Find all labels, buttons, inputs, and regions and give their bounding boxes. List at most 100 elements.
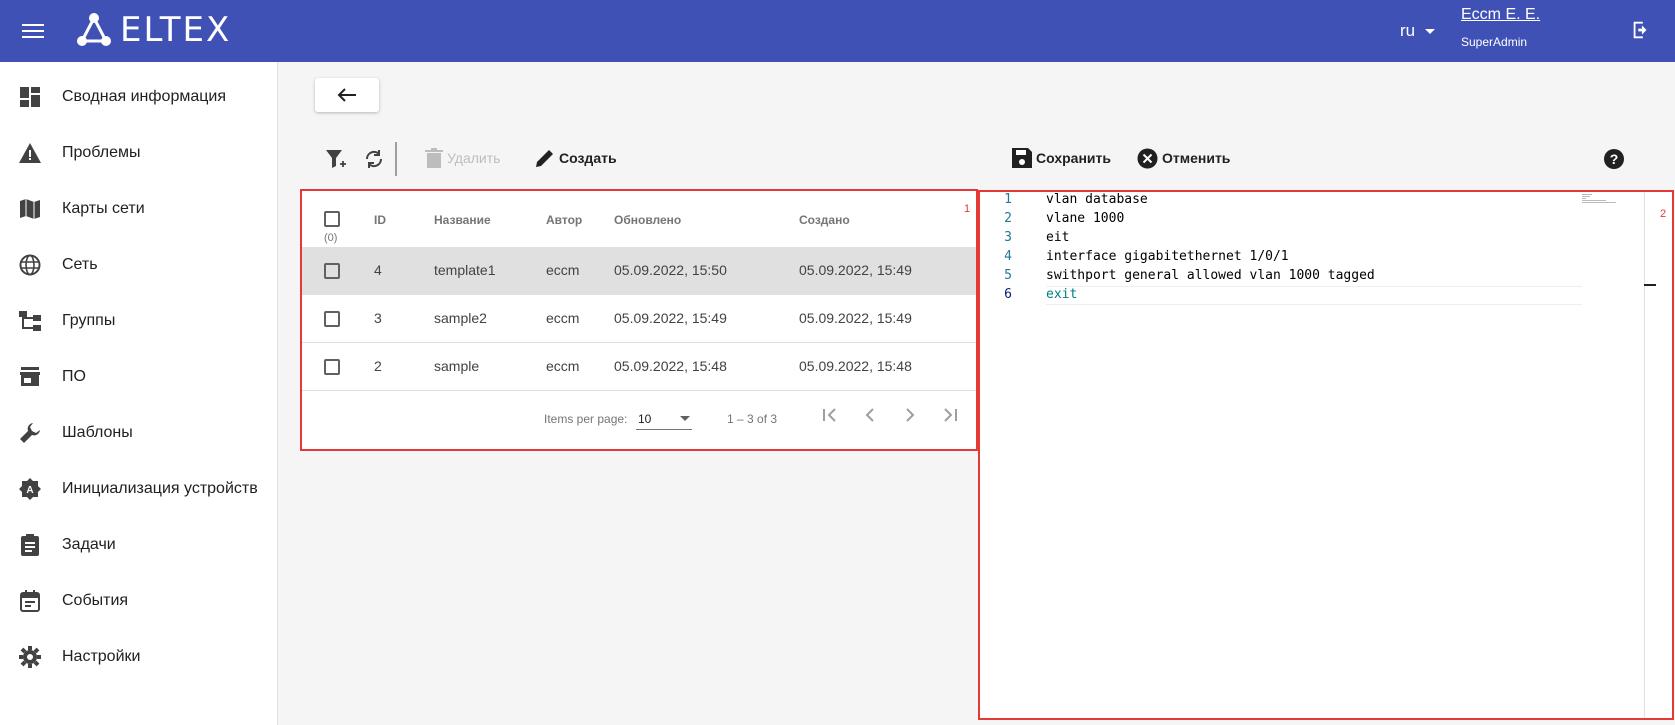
clipboard-icon <box>18 533 42 557</box>
row-checkbox[interactable] <box>324 311 340 327</box>
sidebar-item-network-maps[interactable]: Карты сети <box>0 189 278 229</box>
next-page-icon[interactable] <box>898 403 922 427</box>
create-button[interactable]: Создать <box>535 146 617 170</box>
sidebar-item-network[interactable]: Сеть <box>0 245 278 285</box>
cell-created: 05.09.2022, 15:49 <box>799 310 912 326</box>
code-line[interactable]: swithport general allowed vlan 1000 tagg… <box>1046 268 1375 283</box>
line-number: 5 <box>1004 268 1012 283</box>
sidebar-item-problems[interactable]: Проблемы <box>0 133 278 173</box>
sidebar-item-groups[interactable]: Группы <box>0 301 278 341</box>
cancel-label: Отменить <box>1162 150 1231 166</box>
gear-icon <box>18 645 42 669</box>
cell-updated: 05.09.2022, 15:50 <box>614 262 727 278</box>
code-line[interactable]: vlane 1000 <box>1046 211 1124 226</box>
line-number: 1 <box>1004 192 1012 207</box>
code-editor[interactable]: 1 vlan database 2 vlane 1000 3 eit 4 int… <box>978 190 1674 720</box>
sidebar-item-label: Задачи <box>62 536 116 553</box>
code-line[interactable]: vlan database <box>1046 192 1148 207</box>
arrow-left-icon <box>337 88 356 102</box>
panel-number: 2 <box>1660 208 1667 220</box>
store-icon <box>18 365 42 389</box>
column-header-updated[interactable]: Обновлено <box>614 213 681 227</box>
table-row[interactable]: 4 template1 eccm 05.09.2022, 15:50 05.09… <box>302 247 976 295</box>
code-line[interactable]: eit <box>1046 230 1069 245</box>
previous-page-icon[interactable] <box>858 403 882 427</box>
column-header-name[interactable]: Название <box>434 213 491 227</box>
cell-author: eccm <box>546 358 580 374</box>
sidebar-item-tasks[interactable]: Задачи <box>0 525 278 565</box>
panel-number: 1 <box>964 203 971 215</box>
cancel-button[interactable]: Отменить <box>1137 146 1230 170</box>
sidebar-item-label: Сводная информация <box>62 88 226 105</box>
svg-text:?: ? <box>1610 151 1619 167</box>
first-page-icon[interactable] <box>818 403 842 427</box>
cell-id: 4 <box>374 262 382 278</box>
trash-icon <box>425 148 443 168</box>
column-header-author[interactable]: Автор <box>546 213 582 227</box>
menu-icon[interactable] <box>22 20 44 42</box>
table-row[interactable]: 2 sample eccm 05.09.2022, 15:48 05.09.20… <box>302 343 976 391</box>
row-checkbox[interactable] <box>324 359 340 375</box>
sidebar-item-events[interactable]: События <box>0 581 278 621</box>
cell-name: template1 <box>434 262 496 278</box>
select-all-checkbox[interactable] <box>324 211 340 227</box>
save-label: Сохранить <box>1036 150 1111 166</box>
sidebar-item-label: Сеть <box>62 256 98 273</box>
sidebar-item-label: Группы <box>62 312 116 329</box>
cursor-position-marker <box>1644 284 1656 286</box>
cell-created: 05.09.2022, 15:48 <box>799 358 912 374</box>
items-per-page-select[interactable]: 10 <box>636 406 692 430</box>
filter-add-icon[interactable] <box>324 147 348 171</box>
items-per-page-value: 10 <box>638 412 652 426</box>
chevron-down-icon <box>1425 28 1436 34</box>
line-number: 3 <box>1004 230 1012 245</box>
sidebar-item-label: Шаблоны <box>62 424 133 441</box>
save-button[interactable]: Сохранить <box>1012 146 1111 170</box>
minimap[interactable] <box>1582 194 1622 204</box>
table-row[interactable]: 3 sample2 eccm 05.09.2022, 15:49 05.09.2… <box>302 295 976 343</box>
row-checkbox[interactable] <box>324 263 340 279</box>
user-role: SuperAdmin <box>1461 35 1528 49</box>
current-line-highlight <box>1046 286 1582 305</box>
sidebar-item-label: Инициализация устройств <box>62 480 258 497</box>
cell-author: eccm <box>546 310 580 326</box>
chevron-down-icon <box>680 416 690 421</box>
cell-author: eccm <box>546 262 580 278</box>
delete-label: Удалить <box>447 150 501 166</box>
user-name-link[interactable]: Eccm E. E. <box>1461 6 1540 24</box>
editor-scrollbar[interactable] <box>1644 192 1645 718</box>
app-header: ELTEX ru Eccm E. E. SuperAdmin <box>0 0 1675 62</box>
sidebar-item-settings[interactable]: Настройки <box>0 637 278 677</box>
last-page-icon[interactable] <box>938 403 962 427</box>
sidebar-item-software[interactable]: ПО <box>0 357 278 397</box>
code-line[interactable]: interface gigabitethernet 1/0/1 <box>1046 249 1289 264</box>
column-header-created[interactable]: Создано <box>799 213 850 227</box>
logout-icon[interactable] <box>1630 19 1652 41</box>
sidebar-item-templates[interactable]: Шаблоны <box>0 413 278 453</box>
language-value: ru <box>1400 21 1416 40</box>
help-icon[interactable]: ? <box>1602 147 1626 171</box>
cell-name: sample <box>434 358 480 374</box>
back-button[interactable] <box>315 78 379 112</box>
svg-text:A: A <box>26 485 33 496</box>
cell-created: 05.09.2022, 15:49 <box>799 262 912 278</box>
sidebar-item-label: Проблемы <box>62 144 141 161</box>
sidebar-item-device-init[interactable]: A Инициализация устройств <box>0 469 278 509</box>
toolbar-divider <box>395 142 397 176</box>
create-label: Создать <box>559 150 617 166</box>
column-header-id[interactable]: ID <box>374 213 386 227</box>
cell-id: 2 <box>374 358 382 374</box>
hierarchy-icon <box>18 309 42 333</box>
code-line[interactable]: exit <box>1046 287 1077 302</box>
cell-name: sample2 <box>434 310 487 326</box>
sidebar-item-label: Карты сети <box>62 200 145 217</box>
wrench-icon <box>18 421 42 445</box>
cell-id: 3 <box>374 310 382 326</box>
delete-button[interactable]: Удалить <box>425 146 500 170</box>
refresh-icon[interactable] <box>362 147 386 171</box>
language-select[interactable]: ru <box>1400 21 1436 41</box>
cell-updated: 05.09.2022, 15:49 <box>614 310 727 326</box>
pencil-icon <box>536 150 553 167</box>
templates-table: 1 (0) ID Название Автор Обновлено Создан… <box>300 189 978 451</box>
sidebar-item-summary[interactable]: Сводная информация <box>0 77 278 117</box>
